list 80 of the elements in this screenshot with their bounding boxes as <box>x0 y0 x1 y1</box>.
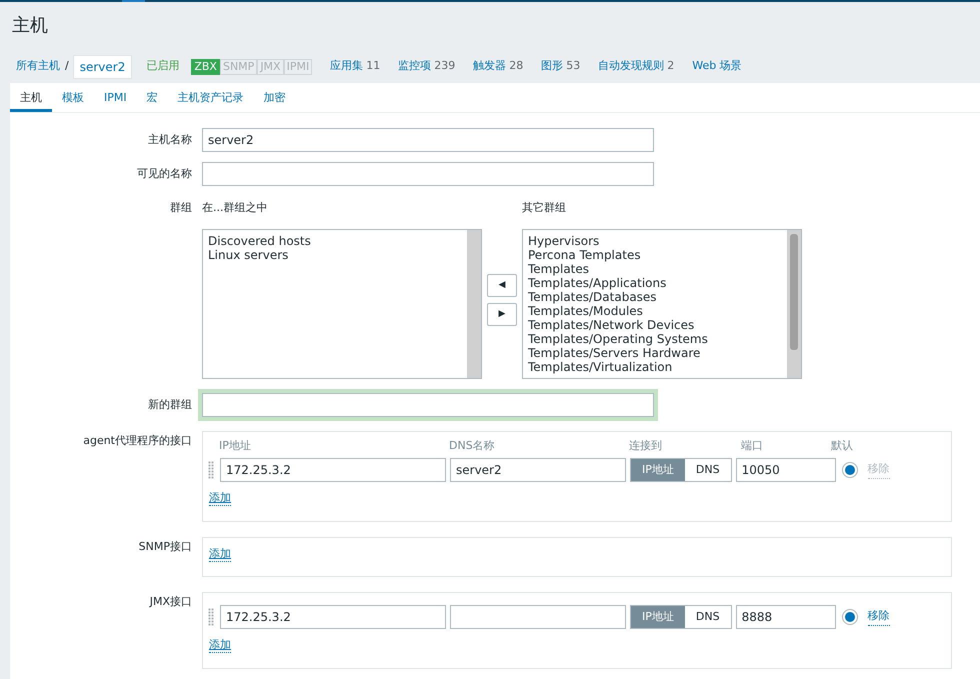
radio-button[interactable] <box>842 609 858 625</box>
column-header: 连接到 <box>629 438 663 454</box>
tab[interactable]: 模板 <box>52 83 94 112</box>
list-option[interactable]: Percona Templates <box>528 248 782 262</box>
breadcrumb-link[interactable]: 图形 <box>541 58 564 75</box>
text-input[interactable] <box>202 392 654 416</box>
availability-badge: IPMI <box>284 58 312 74</box>
drag-handle-icon[interactable] <box>208 608 214 626</box>
breadcrumb-separator: / <box>65 58 69 74</box>
field-label: 群组 <box>170 201 192 214</box>
scrollbar-thumb[interactable] <box>790 234 798 350</box>
text-input[interactable]: 172.25.3.2 <box>220 458 446 482</box>
drag-handle-icon[interactable] <box>208 461 214 479</box>
text-input[interactable] <box>202 162 654 186</box>
breadcrumb-link[interactable]: 应用集 <box>330 58 364 75</box>
radio-button[interactable] <box>842 462 858 478</box>
scrollbar-track[interactable] <box>467 230 481 378</box>
scrollbar-track[interactable] <box>787 230 801 378</box>
list-heading: 在...群组之中 <box>202 200 268 216</box>
move-left-button[interactable]: ◀ <box>487 274 517 297</box>
tab[interactable]: 宏 <box>136 83 168 112</box>
breadcrumb-link[interactable]: 所有主机 <box>16 58 60 75</box>
list-option[interactable]: Linux servers <box>208 248 462 262</box>
tab[interactable]: 加密 <box>254 83 296 112</box>
item-count: 239 <box>434 58 456 74</box>
availability-badge: SNMP <box>220 58 258 74</box>
column-header: 端口 <box>741 438 764 454</box>
text-input[interactable]: server2 <box>202 128 654 152</box>
list-option[interactable]: Templates/Modules <box>528 304 782 318</box>
list-option[interactable]: Templates/Operating Systems <box>528 332 782 346</box>
text-input[interactable]: server2 <box>450 458 626 482</box>
list-option[interactable]: Templates/Servers Hardware <box>528 346 782 360</box>
connection-toggle[interactable]: IP地址 DNS <box>630 458 732 482</box>
breadcrumb-link[interactable]: 监控项 <box>398 58 432 75</box>
add-link[interactable]: 添加 <box>209 546 231 562</box>
list-option[interactable]: Templates/Virtualization <box>528 360 782 374</box>
item-count: 11 <box>366 58 380 74</box>
move-right-button[interactable]: ▶ <box>487 303 517 326</box>
list-option[interactable]: Templates/Network Devices <box>528 318 782 332</box>
list-option[interactable]: Templates <box>528 262 782 276</box>
column-header: DNS名称 <box>449 438 496 454</box>
item-count: 53 <box>566 58 580 74</box>
toggle-option[interactable]: DNS <box>684 606 731 628</box>
add-link[interactable]: 添加 <box>209 638 231 653</box>
tab[interactable]: IPMI <box>94 83 137 112</box>
field-label: 主机名称 <box>148 133 192 146</box>
list-box[interactable]: Discovered hosts Linux servers <box>202 228 482 378</box>
text-input[interactable]: 10050 <box>736 458 836 482</box>
list-option[interactable]: Templates/Databases <box>528 290 782 304</box>
tab[interactable]: 主机资产记录 <box>168 83 254 112</box>
text-input[interactable]: 8888 <box>736 605 836 629</box>
list-option[interactable]: Discovered hosts <box>208 234 462 248</box>
breadcrumb-link[interactable]: Web 场景 <box>692 58 742 75</box>
remove-link[interactable]: 移除 <box>868 608 890 626</box>
item-count: 28 <box>509 58 524 74</box>
connection-toggle[interactable]: IP地址 DNS <box>630 605 732 629</box>
field-label: agent代理程序的接口 <box>83 434 192 446</box>
field-label: SNMP接口 <box>138 540 192 552</box>
availability-badge: JMX <box>257 58 284 74</box>
list-box[interactable] <box>522 228 802 378</box>
text-input[interactable] <box>450 605 626 629</box>
field-label: 可见的名称 <box>137 167 192 180</box>
field-label: JMX接口 <box>150 595 192 608</box>
page-title: 主机 <box>11 14 49 38</box>
text-input[interactable]: 172.25.3.2 <box>220 605 446 629</box>
availability-badge: ZBX <box>191 58 220 74</box>
toggle-option[interactable]: DNS <box>684 459 731 481</box>
column-header: IP地址 <box>219 438 252 454</box>
list-option[interactable]: Hypervisors <box>528 234 782 248</box>
breadcrumb-link[interactable]: 自动发现规则 <box>598 58 664 75</box>
column-header: 默认 <box>831 438 854 454</box>
breadcrumb-link[interactable]: 触发器 <box>473 58 506 75</box>
list-heading: 其它群组 <box>522 200 567 216</box>
active-menu-indicator <box>122 0 145 2</box>
list-option[interactable]: Templates/Applications <box>528 276 782 290</box>
tab[interactable]: 主机 <box>10 83 52 112</box>
item-count: 2 <box>667 58 674 74</box>
field-label: 新的群组 <box>148 398 192 410</box>
add-link[interactable]: 添加 <box>209 491 231 506</box>
breadcrumb-current[interactable]: server2 <box>72 54 132 78</box>
